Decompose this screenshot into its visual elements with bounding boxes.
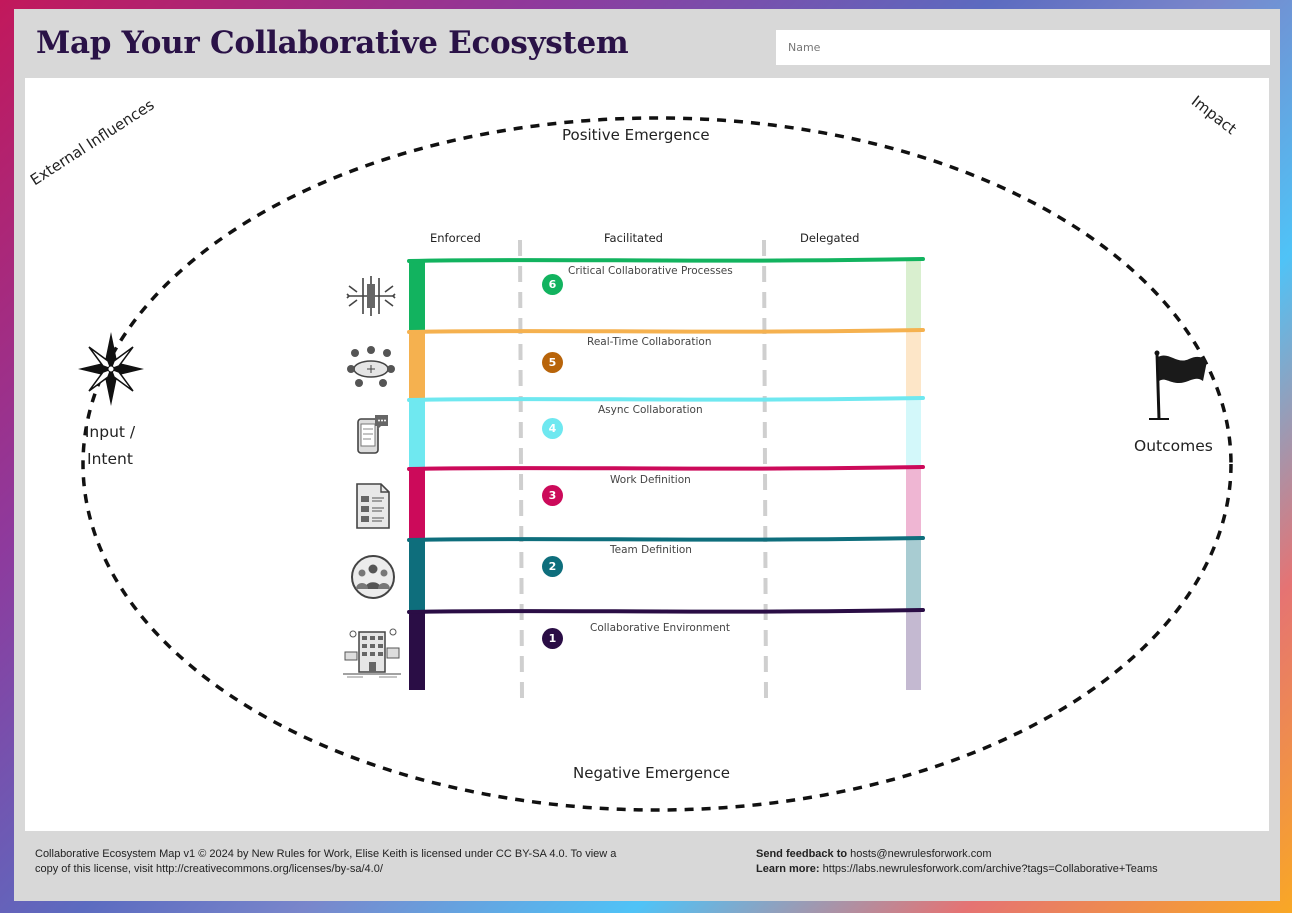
outcomes-label: Outcomes — [1134, 437, 1213, 455]
name-input[interactable] — [776, 30, 1270, 65]
negative-emergence-label: Negative Emergence — [573, 764, 731, 782]
learn-more-line: Learn more: https://labs.newrulesforwork… — [756, 862, 1276, 877]
layer-2-delegated-bar — [906, 539, 921, 611]
layer-5-delegated-bar — [906, 331, 921, 399]
input-label-line1: Input / — [84, 423, 136, 441]
layer-3-delegated-bar — [906, 468, 921, 539]
layer-5-band-line — [407, 328, 925, 334]
ecosystem-canvas: External Influences Impact Positive Emer… — [25, 78, 1269, 831]
layer-5-label: Real-Time Collaboration — [587, 336, 712, 348]
layer-2-badge: 2 — [542, 556, 563, 577]
footer-contact: Send feedback to hosts@newrulesforwork.c… — [756, 847, 1276, 877]
process-arrows-icon — [346, 276, 396, 316]
layer-2-enforced-bar — [409, 539, 425, 611]
ecosystem-boundary-ellipse — [81, 116, 1233, 812]
layer-2-band-line — [407, 536, 925, 542]
layer-6-delegated-bar — [906, 260, 921, 331]
input-label-line2: Intent — [87, 450, 133, 468]
flag-icon — [1149, 350, 1207, 420]
layer-4-delegated-bar — [906, 399, 921, 468]
ecosystem-diagram — [78, 116, 1233, 812]
layer-5-badge: 5 — [542, 352, 563, 373]
layer-1-label: Collaborative Environment — [590, 622, 730, 634]
layer-2-label: Team Definition — [610, 544, 692, 556]
input-intent-label: Input / Intent — [80, 419, 140, 473]
feedback-email-link[interactable]: hosts@newrulesforwork.com — [850, 848, 991, 860]
column-header-delegated: Delegated — [800, 231, 860, 245]
column-header-enforced: Enforced — [430, 231, 481, 245]
learn-more-link[interactable]: https://labs.newrulesforwork.com/archive… — [823, 863, 1158, 875]
positive-emergence-label: Positive Emergence — [562, 126, 710, 144]
layer-6-band-line — [407, 257, 925, 263]
team-people-icon — [351, 555, 395, 599]
layer-1-badge: 1 — [542, 628, 563, 649]
layer-4-badge: 4 — [542, 418, 563, 439]
feedback-label: Send feedback to — [756, 848, 848, 860]
document-icon — [356, 483, 390, 529]
layer-5-enforced-bar — [409, 331, 425, 399]
office-building-icon — [343, 628, 401, 678]
layer-4-label: Async Collaboration — [598, 404, 703, 416]
layer-1-enforced-bar — [409, 611, 425, 690]
layer-3-enforced-bar — [409, 468, 425, 539]
layer-4-band-line — [407, 396, 925, 402]
column-header-facilitated: Facilitated — [604, 231, 663, 245]
learn-more-label: Learn more: — [756, 863, 820, 875]
page-title: Map Your Collaborative Ecosystem — [36, 25, 629, 61]
layer-6-badge: 6 — [542, 274, 563, 295]
layer-3-band-line — [407, 465, 925, 471]
meeting-table-icon — [347, 346, 395, 387]
layer-3-label: Work Definition — [610, 474, 691, 486]
feedback-line: Send feedback to hosts@newrulesforwork.c… — [756, 847, 1276, 862]
layer-6-enforced-bar — [409, 260, 425, 331]
layer-4-enforced-bar — [409, 399, 425, 468]
compass-star-icon — [78, 332, 144, 406]
layer-1-band-line — [407, 608, 925, 614]
license-line2: copy of this license, visit http://creat… — [35, 863, 383, 875]
phone-chat-icon — [357, 415, 388, 454]
license-text: Collaborative Ecosystem Map v1 © 2024 by… — [35, 847, 685, 877]
worksheet-frame: Map Your Collaborative Ecosystem Name Ex… — [14, 9, 1280, 901]
layer-1-delegated-bar — [906, 611, 921, 690]
license-line1: Collaborative Ecosystem Map v1 © 2024 by… — [35, 848, 617, 860]
layer-6-label: Critical Collaborative Processes — [568, 265, 733, 277]
layer-3-badge: 3 — [542, 485, 563, 506]
